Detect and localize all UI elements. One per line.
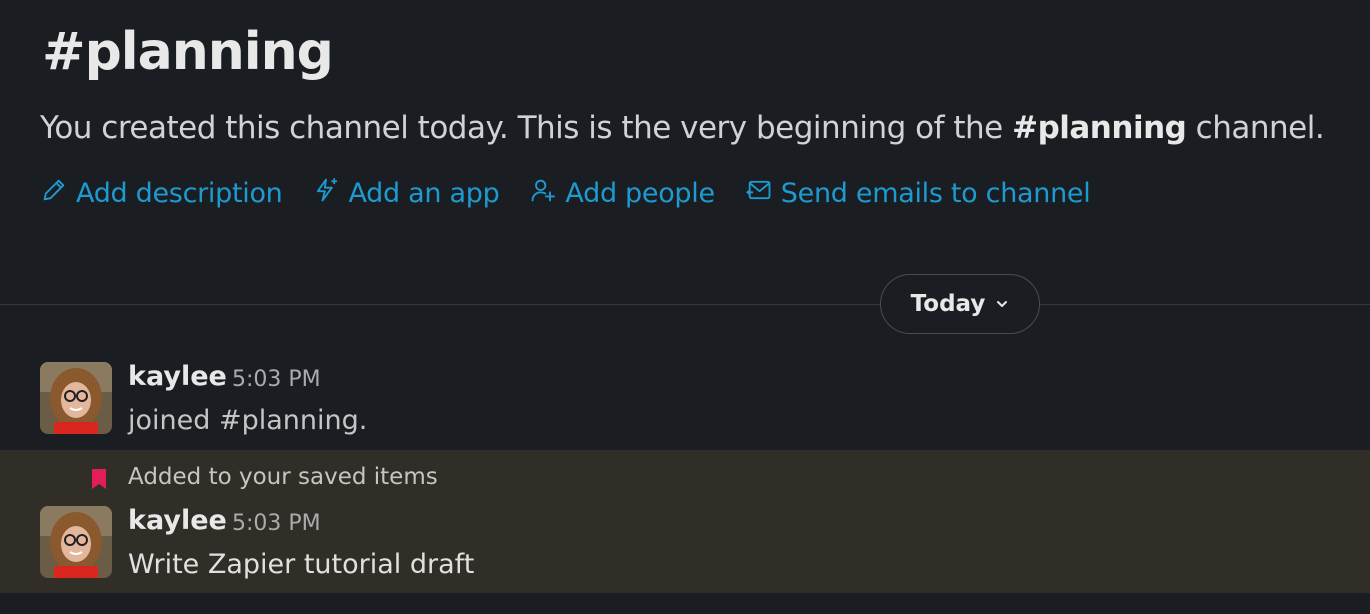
channel-view: #planning You created this channel today… (0, 0, 1370, 614)
pencil-icon (40, 176, 68, 211)
message-text: joined #planning. (128, 405, 368, 436)
add-description-button[interactable]: Add description (40, 176, 283, 211)
email-icon (745, 176, 773, 211)
send-emails-button[interactable]: Send emails to channel (745, 176, 1091, 211)
avatar[interactable] (40, 362, 112, 434)
add-app-button[interactable]: Add an app (312, 176, 500, 211)
message-author[interactable]: kaylee (128, 505, 227, 536)
lightning-icon (312, 176, 340, 211)
date-divider-button[interactable]: Today (880, 274, 1040, 334)
bookmark-icon (90, 468, 108, 490)
channel-title: #planning (42, 22, 334, 82)
message-timestamp[interactable]: 5:03 PM (232, 511, 321, 536)
message-text: Write Zapier tutorial draft (128, 549, 475, 580)
date-divider-line (0, 304, 1370, 305)
message-author[interactable]: kaylee (128, 361, 227, 392)
add-app-label: Add an app (348, 178, 500, 209)
chevron-down-icon (995, 291, 1009, 317)
date-label: Today (910, 291, 986, 317)
channel-intro: You created this channel today. This is … (40, 110, 1325, 146)
add-description-label: Add description (76, 178, 283, 209)
saved-items-note: Added to your saved items (128, 464, 438, 490)
intro-prefix: You created this channel today. This is … (40, 110, 1013, 146)
intro-suffix: channel. (1186, 110, 1325, 146)
add-people-label: Add people (565, 178, 715, 209)
avatar[interactable] (40, 506, 112, 578)
channel-actions: Add description Add an app Add people Se… (40, 176, 1091, 211)
send-emails-label: Send emails to channel (780, 178, 1091, 209)
add-person-icon (529, 176, 557, 211)
intro-channel-name[interactable]: #planning (1012, 110, 1187, 146)
add-people-button[interactable]: Add people (529, 176, 715, 211)
message-timestamp[interactable]: 5:03 PM (232, 367, 321, 392)
